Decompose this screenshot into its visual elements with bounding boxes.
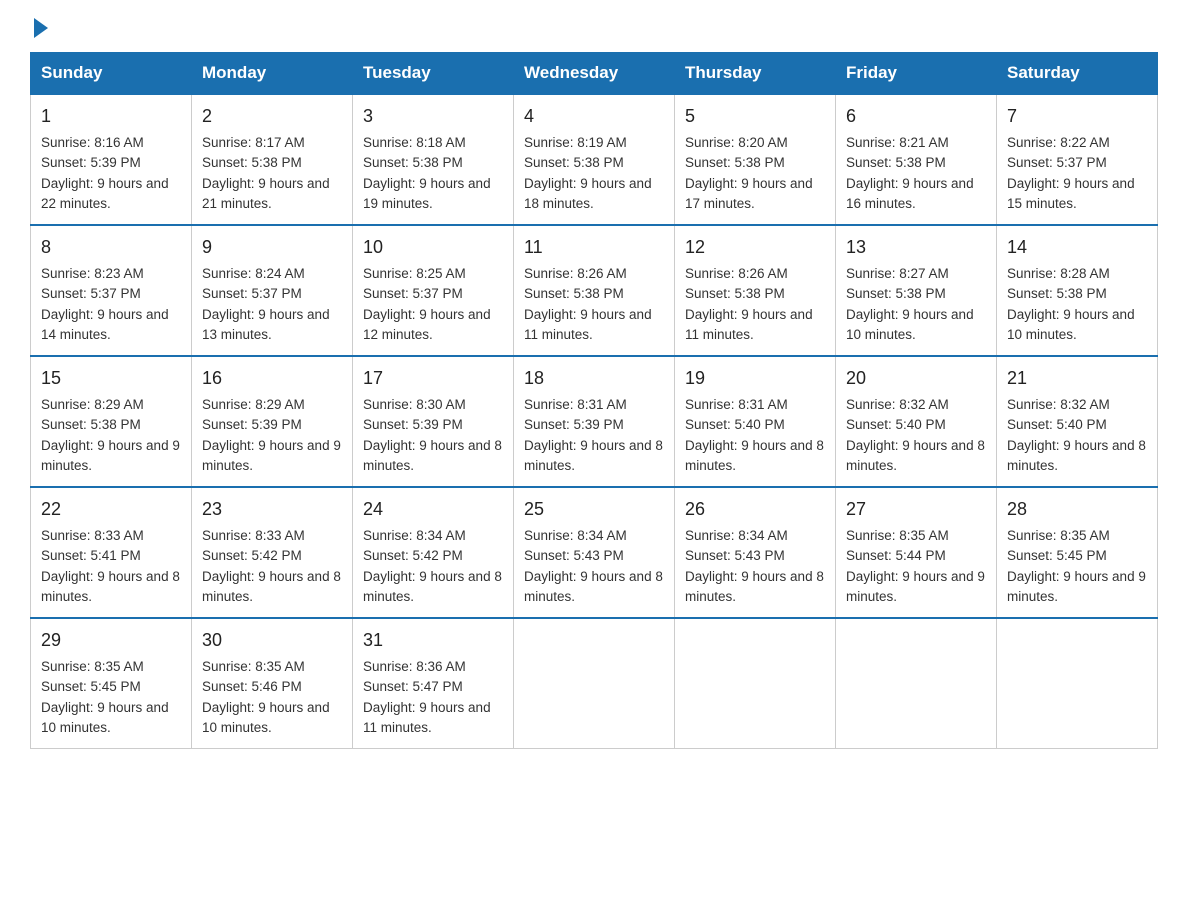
header-monday: Monday <box>192 53 353 95</box>
day-number: 15 <box>41 365 181 392</box>
calendar-table: SundayMondayTuesdayWednesdayThursdayFrid… <box>30 52 1158 749</box>
calendar-cell: 20Sunrise: 8:32 AMSunset: 5:40 PMDayligh… <box>836 356 997 487</box>
logo <box>30 20 48 34</box>
calendar-cell: 6Sunrise: 8:21 AMSunset: 5:38 PMDaylight… <box>836 94 997 225</box>
calendar-cell: 19Sunrise: 8:31 AMSunset: 5:40 PMDayligh… <box>675 356 836 487</box>
calendar-cell: 3Sunrise: 8:18 AMSunset: 5:38 PMDaylight… <box>353 94 514 225</box>
calendar-cell <box>836 618 997 749</box>
calendar-week-row: 8Sunrise: 8:23 AMSunset: 5:37 PMDaylight… <box>31 225 1158 356</box>
calendar-cell: 17Sunrise: 8:30 AMSunset: 5:39 PMDayligh… <box>353 356 514 487</box>
calendar-cell: 15Sunrise: 8:29 AMSunset: 5:38 PMDayligh… <box>31 356 192 487</box>
day-number: 4 <box>524 103 664 130</box>
day-number: 6 <box>846 103 986 130</box>
header-saturday: Saturday <box>997 53 1158 95</box>
calendar-cell: 28Sunrise: 8:35 AMSunset: 5:45 PMDayligh… <box>997 487 1158 618</box>
calendar-cell: 11Sunrise: 8:26 AMSunset: 5:38 PMDayligh… <box>514 225 675 356</box>
day-number: 5 <box>685 103 825 130</box>
day-number: 27 <box>846 496 986 523</box>
day-number: 19 <box>685 365 825 392</box>
calendar-cell: 13Sunrise: 8:27 AMSunset: 5:38 PMDayligh… <box>836 225 997 356</box>
calendar-cell <box>514 618 675 749</box>
calendar-cell: 21Sunrise: 8:32 AMSunset: 5:40 PMDayligh… <box>997 356 1158 487</box>
calendar-cell: 8Sunrise: 8:23 AMSunset: 5:37 PMDaylight… <box>31 225 192 356</box>
calendar-week-row: 15Sunrise: 8:29 AMSunset: 5:38 PMDayligh… <box>31 356 1158 487</box>
day-number: 3 <box>363 103 503 130</box>
calendar-cell: 5Sunrise: 8:20 AMSunset: 5:38 PMDaylight… <box>675 94 836 225</box>
calendar-cell <box>997 618 1158 749</box>
day-number: 1 <box>41 103 181 130</box>
day-number: 20 <box>846 365 986 392</box>
day-number: 12 <box>685 234 825 261</box>
calendar-cell: 10Sunrise: 8:25 AMSunset: 5:37 PMDayligh… <box>353 225 514 356</box>
day-number: 14 <box>1007 234 1147 261</box>
header-thursday: Thursday <box>675 53 836 95</box>
calendar-cell: 25Sunrise: 8:34 AMSunset: 5:43 PMDayligh… <box>514 487 675 618</box>
calendar-cell: 30Sunrise: 8:35 AMSunset: 5:46 PMDayligh… <box>192 618 353 749</box>
calendar-cell <box>675 618 836 749</box>
day-number: 23 <box>202 496 342 523</box>
calendar-cell: 12Sunrise: 8:26 AMSunset: 5:38 PMDayligh… <box>675 225 836 356</box>
day-number: 24 <box>363 496 503 523</box>
day-number: 22 <box>41 496 181 523</box>
day-number: 11 <box>524 234 664 261</box>
day-number: 21 <box>1007 365 1147 392</box>
header-tuesday: Tuesday <box>353 53 514 95</box>
day-number: 17 <box>363 365 503 392</box>
day-number: 10 <box>363 234 503 261</box>
calendar-cell: 14Sunrise: 8:28 AMSunset: 5:38 PMDayligh… <box>997 225 1158 356</box>
day-number: 26 <box>685 496 825 523</box>
calendar-header-row: SundayMondayTuesdayWednesdayThursdayFrid… <box>31 53 1158 95</box>
calendar-cell: 7Sunrise: 8:22 AMSunset: 5:37 PMDaylight… <box>997 94 1158 225</box>
calendar-cell: 9Sunrise: 8:24 AMSunset: 5:37 PMDaylight… <box>192 225 353 356</box>
header-wednesday: Wednesday <box>514 53 675 95</box>
day-number: 8 <box>41 234 181 261</box>
day-number: 31 <box>363 627 503 654</box>
calendar-cell: 22Sunrise: 8:33 AMSunset: 5:41 PMDayligh… <box>31 487 192 618</box>
calendar-cell: 2Sunrise: 8:17 AMSunset: 5:38 PMDaylight… <box>192 94 353 225</box>
calendar-cell: 18Sunrise: 8:31 AMSunset: 5:39 PMDayligh… <box>514 356 675 487</box>
day-number: 2 <box>202 103 342 130</box>
calendar-cell: 23Sunrise: 8:33 AMSunset: 5:42 PMDayligh… <box>192 487 353 618</box>
day-number: 16 <box>202 365 342 392</box>
day-number: 9 <box>202 234 342 261</box>
calendar-cell: 26Sunrise: 8:34 AMSunset: 5:43 PMDayligh… <box>675 487 836 618</box>
calendar-cell: 4Sunrise: 8:19 AMSunset: 5:38 PMDaylight… <box>514 94 675 225</box>
day-number: 7 <box>1007 103 1147 130</box>
calendar-cell: 31Sunrise: 8:36 AMSunset: 5:47 PMDayligh… <box>353 618 514 749</box>
header-sunday: Sunday <box>31 53 192 95</box>
header-friday: Friday <box>836 53 997 95</box>
logo-triangle-icon <box>34 18 48 38</box>
calendar-week-row: 29Sunrise: 8:35 AMSunset: 5:45 PMDayligh… <box>31 618 1158 749</box>
calendar-cell: 16Sunrise: 8:29 AMSunset: 5:39 PMDayligh… <box>192 356 353 487</box>
day-number: 28 <box>1007 496 1147 523</box>
day-number: 25 <box>524 496 664 523</box>
calendar-cell: 1Sunrise: 8:16 AMSunset: 5:39 PMDaylight… <box>31 94 192 225</box>
calendar-week-row: 1Sunrise: 8:16 AMSunset: 5:39 PMDaylight… <box>31 94 1158 225</box>
calendar-cell: 29Sunrise: 8:35 AMSunset: 5:45 PMDayligh… <box>31 618 192 749</box>
calendar-cell: 24Sunrise: 8:34 AMSunset: 5:42 PMDayligh… <box>353 487 514 618</box>
day-number: 30 <box>202 627 342 654</box>
calendar-week-row: 22Sunrise: 8:33 AMSunset: 5:41 PMDayligh… <box>31 487 1158 618</box>
day-number: 18 <box>524 365 664 392</box>
calendar-cell: 27Sunrise: 8:35 AMSunset: 5:44 PMDayligh… <box>836 487 997 618</box>
day-number: 13 <box>846 234 986 261</box>
page-header <box>30 20 1158 34</box>
day-number: 29 <box>41 627 181 654</box>
